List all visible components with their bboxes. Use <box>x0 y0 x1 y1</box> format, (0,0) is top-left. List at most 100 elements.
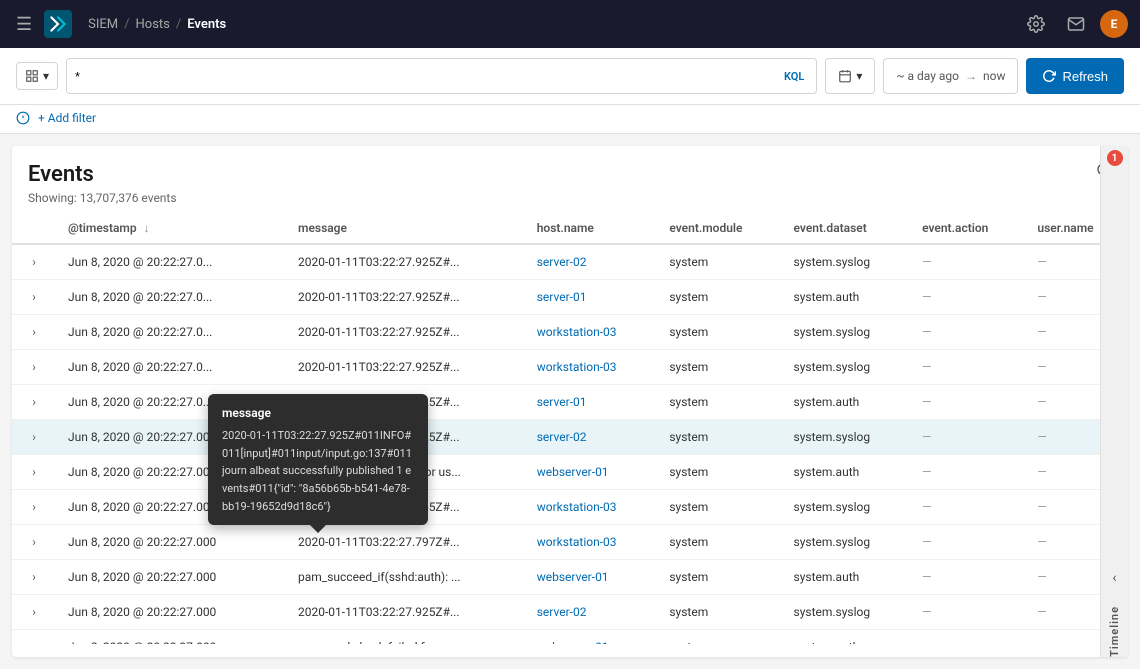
hostname-cell[interactable]: webserver-01 <box>525 560 658 595</box>
table-row: › Jun 8, 2020 @ 20:22:27.000 2020-01-11T… <box>12 595 1128 630</box>
events-table-wrapper[interactable]: @timestamp ↓ message host.name event.mod… <box>12 213 1128 644</box>
module-cell: system <box>657 490 781 525</box>
app-logo <box>44 10 72 38</box>
action-cell: — <box>910 385 1025 420</box>
table-row: › Jun 8, 2020 @ 20:22:27.0... 2020-01-11… <box>12 315 1128 350</box>
timeline-badge: 1 <box>1107 150 1123 166</box>
action-cell: — <box>910 560 1025 595</box>
refresh-button[interactable]: Refresh <box>1026 58 1124 94</box>
time-range-display: ~ a day ago → now <box>883 58 1018 94</box>
hostname-cell[interactable]: workstation-03 <box>525 315 658 350</box>
expand-button[interactable]: › <box>24 287 44 307</box>
table-row: › Jun 8, 2020 @ 20:22:27.000 2020-01-11T… <box>12 420 1128 455</box>
module-cell: system <box>657 244 781 280</box>
dataset-cell: system.auth <box>782 630 911 645</box>
dataset-cell: system.syslog <box>782 350 911 385</box>
expand-button[interactable]: › <box>24 532 44 552</box>
expand-button[interactable]: › <box>24 322 44 342</box>
dataset-cell: system.auth <box>782 280 911 315</box>
hostname-cell[interactable]: webserver-01 <box>525 630 658 645</box>
expand-button[interactable]: › <box>24 357 44 377</box>
timestamp-cell: Jun 8, 2020 @ 20:22:27.0... <box>56 350 286 385</box>
breadcrumb-siem[interactable]: SIEM <box>88 17 118 32</box>
date-picker-button[interactable]: ▾ <box>825 58 875 94</box>
action-cell: — <box>910 595 1025 630</box>
hostname-cell[interactable]: server-01 <box>525 280 658 315</box>
breadcrumb-hosts[interactable]: Hosts <box>136 17 170 32</box>
filter-toggle-button[interactable] <box>16 111 30 125</box>
table-row: › Jun 8, 2020 @ 20:22:27.0... 2020-01-11… <box>12 244 1128 280</box>
module-cell: system <box>657 630 781 645</box>
col-event-dataset[interactable]: event.dataset <box>782 213 911 244</box>
expand-button[interactable]: › <box>24 252 44 272</box>
expand-button[interactable]: › <box>24 497 44 517</box>
row-expand-cell: › <box>12 630 56 645</box>
message-cell: 2020-01-11T03:22:27.925Z#... <box>286 315 525 350</box>
hostname-cell[interactable]: server-02 <box>525 420 658 455</box>
hostname-cell[interactable]: workstation-03 <box>525 525 658 560</box>
events-header: Events Showing: 13,707,376 events <box>12 146 1128 213</box>
timeline-sidebar: 1 ‹ Timeline <box>1100 146 1128 657</box>
events-table: @timestamp ↓ message host.name event.mod… <box>12 213 1128 644</box>
search-input-wrapper[interactable]: KQL <box>66 58 817 94</box>
row-expand-cell: › <box>12 490 56 525</box>
table-row: › Jun 8, 2020 @ 20:22:27.0... 2020-01-11… <box>12 350 1128 385</box>
tooltip-title: message <box>222 404 414 423</box>
chevron-down-icon2: ▾ <box>856 69 862 83</box>
col-event-module[interactable]: event.module <box>657 213 781 244</box>
hostname-cell[interactable]: workstation-03 <box>525 490 658 525</box>
timestamp-cell: Jun 8, 2020 @ 20:22:27.000 <box>56 525 286 560</box>
kql-badge: KQL <box>780 68 808 85</box>
module-cell: system <box>657 280 781 315</box>
col-event-action[interactable]: event.action <box>910 213 1025 244</box>
message-cell: password check failed for us... <box>286 630 525 645</box>
message-cell: 2020-01-11T03:22:27.925Z#... <box>286 280 525 315</box>
hostname-cell[interactable]: server-02 <box>525 595 658 630</box>
refresh-label: Refresh <box>1062 69 1108 84</box>
action-cell: — <box>910 420 1025 455</box>
row-expand-cell: › <box>12 350 56 385</box>
expand-button[interactable]: › <box>24 567 44 587</box>
action-cell: — <box>910 280 1025 315</box>
col-message[interactable]: message <box>286 213 525 244</box>
settings-icon[interactable] <box>1020 8 1052 40</box>
breadcrumb-sep1: / <box>124 17 129 32</box>
col-hostname[interactable]: host.name <box>525 213 658 244</box>
breadcrumb-sep2: / <box>176 17 181 32</box>
timeline-collapse-arrow[interactable]: ‹ <box>1112 570 1116 586</box>
hamburger-menu[interactable]: ☰ <box>12 10 36 39</box>
expand-button[interactable]: › <box>24 427 44 447</box>
mail-icon[interactable] <box>1060 8 1092 40</box>
events-title: Events <box>28 162 177 187</box>
search-input[interactable] <box>75 69 780 84</box>
action-cell: — <box>910 525 1025 560</box>
table-row: › Jun 8, 2020 @ 20:22:27.0... 2020-01-11… <box>12 280 1128 315</box>
timeline-label[interactable]: Timeline <box>1108 606 1121 657</box>
row-expand-cell: › <box>12 385 56 420</box>
message-tooltip: message 2020-01-11T03:22:27.925Z#011INFO… <box>208 394 428 525</box>
row-expand-cell: › <box>12 244 56 280</box>
timestamp-cell: Jun 8, 2020 @ 20:22:27.000 <box>56 560 286 595</box>
row-expand-cell: › <box>12 560 56 595</box>
module-cell: system <box>657 350 781 385</box>
top-navigation: ☰ SIEM / Hosts / Events E <box>0 0 1140 48</box>
dataset-cell: system.auth <box>782 455 911 490</box>
expand-button[interactable]: › <box>24 392 44 412</box>
user-avatar[interactable]: E <box>1100 10 1128 38</box>
breadcrumb: SIEM / Hosts / Events <box>88 17 226 32</box>
chevron-down-icon: ▾ <box>43 69 49 83</box>
hostname-cell[interactable]: workstation-03 <box>525 350 658 385</box>
add-filter-button[interactable]: + Add filter <box>38 111 96 125</box>
hostname-cell[interactable]: server-01 <box>525 385 658 420</box>
hostname-cell[interactable]: webserver-01 <box>525 455 658 490</box>
time-to: now <box>983 69 1006 83</box>
col-timestamp[interactable]: @timestamp ↓ <box>56 213 286 244</box>
expand-button[interactable]: › <box>24 462 44 482</box>
message-cell: 2020-01-11T03:22:27.925Z#... <box>286 595 525 630</box>
col-expand <box>12 213 56 244</box>
search-type-button[interactable]: ▾ <box>16 62 58 90</box>
hostname-cell[interactable]: server-02 <box>525 244 658 280</box>
timestamp-cell: Jun 8, 2020 @ 20:22:27.000 <box>56 595 286 630</box>
dataset-cell: system.syslog <box>782 420 911 455</box>
expand-button[interactable]: › <box>24 602 44 622</box>
